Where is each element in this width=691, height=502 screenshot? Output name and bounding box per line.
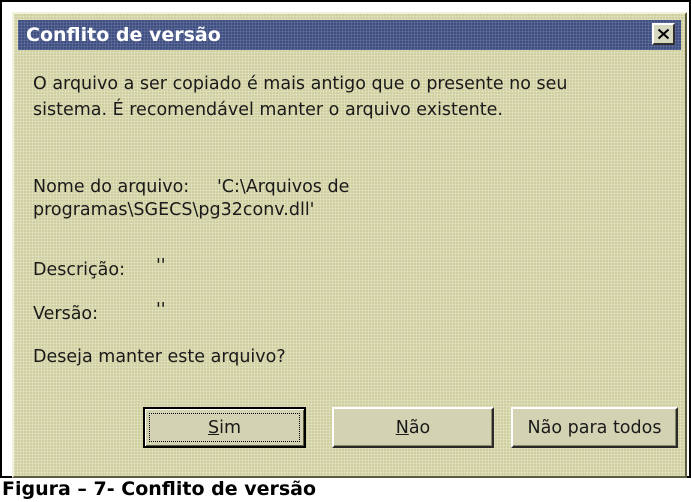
title-bar[interactable]: Conflito de versão — [18, 20, 681, 50]
close-icon — [657, 28, 670, 40]
yes-button[interactable]: Sim — [143, 407, 306, 448]
description-label: Descrição: — [33, 260, 125, 280]
no-button-label: Não — [395, 417, 431, 438]
message-line-2: sistema. É recomendável manter o arquivo… — [33, 100, 503, 120]
message-line-1: O arquivo a ser copiado é mais antigo qu… — [33, 74, 568, 94]
version-value: '' — [156, 300, 166, 320]
figure-frame: Conflito de versão O arquivo a ser copia… — [0, 0, 691, 478]
no-button[interactable]: Não — [332, 407, 494, 448]
no-to-all-button-label: Não para todos — [527, 417, 662, 438]
close-button[interactable] — [652, 23, 675, 45]
question-text: Deseja manter este arquivo? — [33, 347, 286, 367]
version-conflict-dialog: Conflito de versão O arquivo a ser copia… — [12, 12, 687, 478]
no-to-all-button[interactable]: Não para todos — [511, 407, 678, 448]
filename-line-1: Nome do arquivo: 'C:\Arquivos de — [33, 177, 350, 197]
filename-line-2: programas\SGECS\pg32conv.dll' — [33, 200, 315, 220]
dialog-title: Conflito de versão — [26, 24, 221, 46]
focus-ring — [149, 413, 300, 442]
description-value: '' — [156, 256, 166, 276]
figure-caption: Figura – 7- Conflito de versão — [2, 478, 317, 500]
version-label: Versão: — [33, 304, 99, 324]
